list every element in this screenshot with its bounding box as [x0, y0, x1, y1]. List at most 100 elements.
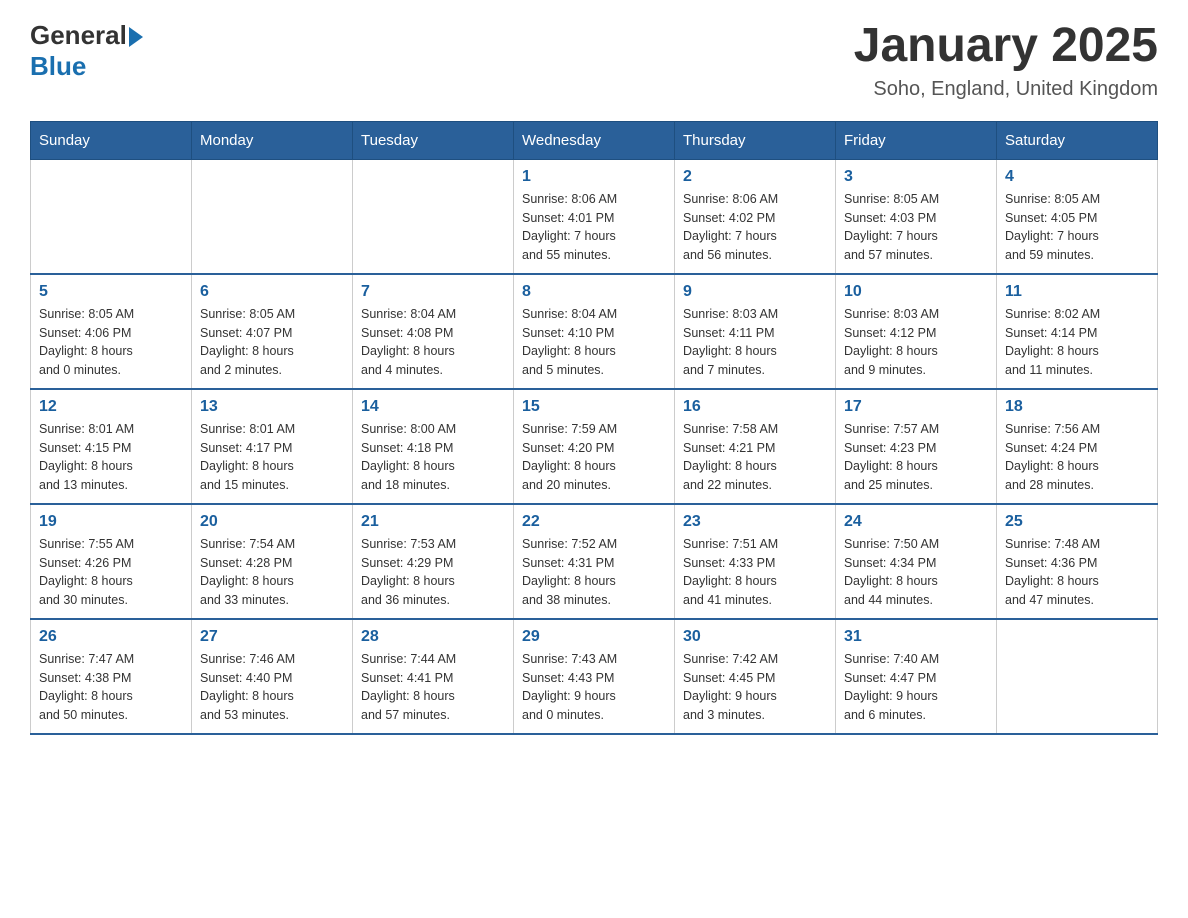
calendar-empty-cell: [31, 159, 192, 274]
calendar-header: SundayMondayTuesdayWednesdayThursdayFrid…: [31, 121, 1158, 159]
day-info: Sunrise: 7:48 AMSunset: 4:36 PMDaylight:…: [1005, 535, 1149, 610]
calendar-week-row: 1 Sunrise: 8:06 AMSunset: 4:01 PMDaylight…: [31, 159, 1158, 274]
day-number: 27: [200, 628, 344, 646]
calendar-day-18: 18 Sunrise: 7:56 AMSunset: 4:24 PMDayligh…: [997, 389, 1158, 504]
calendar-week-row: 12 Sunrise: 8:01 AMSunset: 4:15 PMDayligh…: [31, 389, 1158, 504]
day-number: 20: [200, 513, 344, 531]
calendar-day-19: 19 Sunrise: 7:55 AMSunset: 4:26 PMDayligh…: [31, 504, 192, 619]
day-info: Sunrise: 7:42 AMSunset: 4:45 PMDaylight:…: [683, 650, 827, 725]
calendar-day-16: 16Sunrise: 7:58 AMSunset: 4:21 PMDayligh…: [675, 389, 836, 504]
day-info: Sunrise: 8:03 AMSunset: 4:11 PMDaylight:…: [683, 305, 827, 380]
day-info: Sunrise: 8:04 AMSunset: 4:08 PMDaylight:…: [361, 305, 505, 380]
calendar-week-row: 5 Sunrise: 8:05 AMSunset: 4:06 PMDaylight…: [31, 274, 1158, 389]
calendar-day-25: 25 Sunrise: 7:48 AMSunset: 4:36 PMDayligh…: [997, 504, 1158, 619]
day-info: Sunrise: 8:05 AMSunset: 4:05 PMDaylight:…: [1005, 190, 1149, 265]
calendar-day-7: 7 Sunrise: 8:04 AMSunset: 4:08 PMDaylight…: [353, 274, 514, 389]
day-info: Sunrise: 7:58 AMSunset: 4:21 PMDaylight:…: [683, 420, 827, 495]
calendar-header-row: SundayMondayTuesdayWednesdayThursdayFrid…: [31, 121, 1158, 159]
day-number: 3: [844, 168, 988, 186]
day-info: Sunrise: 7:59 AMSunset: 4:20 PMDaylight:…: [522, 420, 666, 495]
calendar-day-28: 28Sunrise: 7:44 AMSunset: 4:41 PMDayligh…: [353, 619, 514, 734]
calendar-day-2: 2Sunrise: 8:06 AMSunset: 4:02 PMDaylight…: [675, 159, 836, 274]
calendar-day-5: 5 Sunrise: 8:05 AMSunset: 4:06 PMDaylight…: [31, 274, 192, 389]
logo-text-general: General: [30, 20, 127, 51]
day-info: Sunrise: 7:47 AMSunset: 4:38 PMDaylight:…: [39, 650, 183, 725]
calendar-day-15: 15Sunrise: 7:59 AMSunset: 4:20 PMDayligh…: [514, 389, 675, 504]
calendar-empty-cell: [192, 159, 353, 274]
day-number: 30: [683, 628, 827, 646]
day-info: Sunrise: 8:06 AMSunset: 4:01 PMDaylight:…: [522, 190, 666, 265]
calendar-day-22: 22Sunrise: 7:52 AMSunset: 4:31 PMDayligh…: [514, 504, 675, 619]
calendar-day-8: 8 Sunrise: 8:04 AMSunset: 4:10 PMDaylight…: [514, 274, 675, 389]
day-info: Sunrise: 8:05 AMSunset: 4:07 PMDaylight:…: [200, 305, 344, 380]
calendar-header-day-friday: Friday: [836, 121, 997, 159]
day-number: 4: [1005, 168, 1149, 186]
calendar-day-20: 20 Sunrise: 7:54 AMSunset: 4:28 PMDayligh…: [192, 504, 353, 619]
day-number: 8: [522, 283, 666, 301]
calendar-week-row: 26 Sunrise: 7:47 AMSunset: 4:38 PMDayligh…: [31, 619, 1158, 734]
day-info: Sunrise: 8:01 AMSunset: 4:17 PMDaylight:…: [200, 420, 344, 495]
calendar-day-9: 9 Sunrise: 8:03 AMSunset: 4:11 PMDaylight…: [675, 274, 836, 389]
calendar-day-31: 31 Sunrise: 7:40 AMSunset: 4:47 PMDayligh…: [836, 619, 997, 734]
calendar-empty-cell: [353, 159, 514, 274]
calendar-day-11: 11 Sunrise: 8:02 AMSunset: 4:14 PMDayligh…: [997, 274, 1158, 389]
day-number: 11: [1005, 283, 1149, 301]
calendar-day-29: 29 Sunrise: 7:43 AMSunset: 4:43 PMDayligh…: [514, 619, 675, 734]
day-number: 23: [683, 513, 827, 531]
day-info: Sunrise: 8:01 AMSunset: 4:15 PMDaylight:…: [39, 420, 183, 495]
calendar-empty-cell: [997, 619, 1158, 734]
day-number: 14: [361, 398, 505, 416]
day-number: 6: [200, 283, 344, 301]
day-info: Sunrise: 8:05 AMSunset: 4:06 PMDaylight:…: [39, 305, 183, 380]
calendar-day-27: 27Sunrise: 7:46 AMSunset: 4:40 PMDayligh…: [192, 619, 353, 734]
calendar-day-30: 30 Sunrise: 7:42 AMSunset: 4:45 PMDayligh…: [675, 619, 836, 734]
calendar-day-12: 12 Sunrise: 8:01 AMSunset: 4:15 PMDayligh…: [31, 389, 192, 504]
day-number: 28: [361, 628, 505, 646]
day-number: 29: [522, 628, 666, 646]
day-number: 9: [683, 283, 827, 301]
logo-arrow-icon: [129, 27, 143, 47]
day-number: 25: [1005, 513, 1149, 531]
calendar-day-21: 21 Sunrise: 7:53 AMSunset: 4:29 PMDayligh…: [353, 504, 514, 619]
calendar-day-13: 13 Sunrise: 8:01 AMSunset: 4:17 PMDayligh…: [192, 389, 353, 504]
logo-text-blue: Blue: [30, 51, 86, 82]
day-number: 26: [39, 628, 183, 646]
calendar-day-14: 14Sunrise: 8:00 AMSunset: 4:18 PMDayligh…: [353, 389, 514, 504]
day-info: Sunrise: 7:43 AMSunset: 4:43 PMDaylight:…: [522, 650, 666, 725]
day-number: 18: [1005, 398, 1149, 416]
day-number: 1: [522, 168, 666, 186]
day-number: 12: [39, 398, 183, 416]
day-number: 17: [844, 398, 988, 416]
title-section: January 2025 Soho, England, United Kingd…: [854, 20, 1158, 101]
calendar-day-17: 17Sunrise: 7:57 AMSunset: 4:23 PMDayligh…: [836, 389, 997, 504]
page-header: General Blue January 2025 Soho, England,…: [30, 20, 1158, 101]
day-info: Sunrise: 8:02 AMSunset: 4:14 PMDaylight:…: [1005, 305, 1149, 380]
day-info: Sunrise: 7:53 AMSunset: 4:29 PMDaylight:…: [361, 535, 505, 610]
day-info: Sunrise: 7:55 AMSunset: 4:26 PMDaylight:…: [39, 535, 183, 610]
calendar-table: SundayMondayTuesdayWednesdayThursdayFrid…: [30, 121, 1158, 735]
day-number: 24: [844, 513, 988, 531]
day-number: 21: [361, 513, 505, 531]
day-number: 31: [844, 628, 988, 646]
day-info: Sunrise: 8:04 AMSunset: 4:10 PMDaylight:…: [522, 305, 666, 380]
calendar-day-24: 24Sunrise: 7:50 AMSunset: 4:34 PMDayligh…: [836, 504, 997, 619]
page-title: January 2025: [854, 20, 1158, 73]
day-info: Sunrise: 7:56 AMSunset: 4:24 PMDaylight:…: [1005, 420, 1149, 495]
day-number: 13: [200, 398, 344, 416]
day-number: 5: [39, 283, 183, 301]
day-info: Sunrise: 7:40 AMSunset: 4:47 PMDaylight:…: [844, 650, 988, 725]
calendar-day-3: 3Sunrise: 8:05 AMSunset: 4:03 PMDaylight…: [836, 159, 997, 274]
calendar-header-day-monday: Monday: [192, 121, 353, 159]
logo: General Blue: [30, 20, 143, 82]
calendar-day-26: 26 Sunrise: 7:47 AMSunset: 4:38 PMDayligh…: [31, 619, 192, 734]
calendar-day-10: 10Sunrise: 8:03 AMSunset: 4:12 PMDayligh…: [836, 274, 997, 389]
calendar-day-23: 23Sunrise: 7:51 AMSunset: 4:33 PMDayligh…: [675, 504, 836, 619]
calendar-day-6: 6 Sunrise: 8:05 AMSunset: 4:07 PMDaylight…: [192, 274, 353, 389]
day-number: 19: [39, 513, 183, 531]
calendar-week-row: 19 Sunrise: 7:55 AMSunset: 4:26 PMDayligh…: [31, 504, 1158, 619]
day-info: Sunrise: 7:54 AMSunset: 4:28 PMDaylight:…: [200, 535, 344, 610]
calendar-header-day-saturday: Saturday: [997, 121, 1158, 159]
day-number: 7: [361, 283, 505, 301]
calendar-header-day-wednesday: Wednesday: [514, 121, 675, 159]
day-info: Sunrise: 8:03 AMSunset: 4:12 PMDaylight:…: [844, 305, 988, 380]
